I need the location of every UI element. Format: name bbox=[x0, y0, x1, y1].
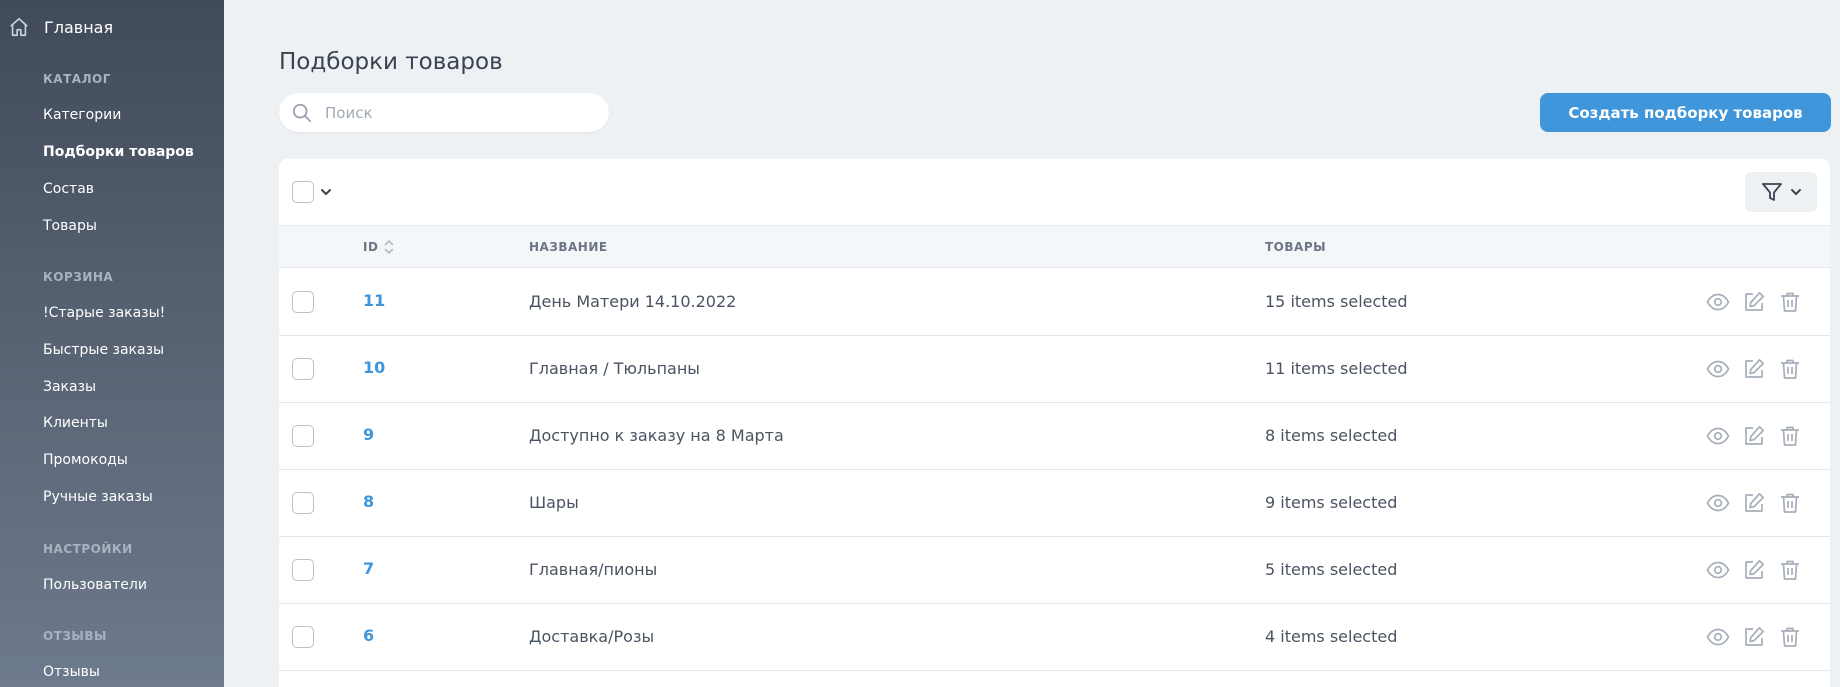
search-input[interactable] bbox=[325, 103, 575, 122]
row-name: Доступно к заказу на 8 Марта bbox=[529, 426, 784, 445]
edit-icon[interactable] bbox=[1742, 290, 1766, 314]
trash-icon[interactable] bbox=[1778, 558, 1802, 582]
edit-icon[interactable] bbox=[1742, 424, 1766, 448]
row-products: 9 items selected bbox=[1265, 493, 1398, 512]
table-toolbar bbox=[279, 159, 1830, 225]
row-checkbox[interactable] bbox=[292, 492, 314, 514]
edit-icon[interactable] bbox=[1742, 491, 1766, 515]
row-id-link[interactable]: 8 bbox=[363, 492, 374, 511]
sidebar-section-settings: НАСТРОЙКИ bbox=[43, 542, 133, 556]
table-row: 6 Доставка/Розы 4 items selected bbox=[279, 604, 1830, 671]
chevron-down-icon bbox=[1791, 189, 1801, 195]
table-row: 9 Доступно к заказу на 8 Марта 8 items sel… bbox=[279, 403, 1830, 470]
sidebar-section-reviews: ОТЗЫВЫ bbox=[43, 629, 107, 643]
table-row: 11 День Матери 14.10.2022 15 items selecte… bbox=[279, 269, 1830, 336]
sidebar-item-categories[interactable]: Категории bbox=[43, 107, 121, 123]
eye-icon[interactable] bbox=[1706, 290, 1730, 314]
row-checkbox[interactable] bbox=[292, 559, 314, 581]
row-products: 11 items selected bbox=[1265, 359, 1408, 378]
sort-icon[interactable] bbox=[384, 238, 394, 256]
edit-icon[interactable] bbox=[1742, 357, 1766, 381]
table-row: 10 Главная / Тюльпаны 11 items selected bbox=[279, 336, 1830, 403]
select-dropdown-chevron-icon[interactable] bbox=[320, 187, 332, 197]
row-id-link[interactable]: 10 bbox=[363, 358, 385, 377]
trash-icon[interactable] bbox=[1778, 491, 1802, 515]
row-products: 4 items selected bbox=[1265, 627, 1398, 646]
column-header-products: ТОВАРЫ bbox=[1265, 240, 1327, 254]
eye-icon[interactable] bbox=[1706, 625, 1730, 649]
row-id-link[interactable]: 9 bbox=[363, 425, 374, 444]
collections-table-card: ID НАЗВАНИЕ ТОВАРЫ 11 День Матери 14.10.2… bbox=[279, 159, 1830, 687]
sidebar: Главная КАТАЛОГ Категории Подборки товар… bbox=[0, 0, 224, 687]
row-checkbox[interactable] bbox=[292, 425, 314, 447]
row-id-link[interactable]: 7 bbox=[363, 559, 374, 578]
column-header-name: НАЗВАНИЕ bbox=[529, 240, 608, 254]
sidebar-item-users[interactable]: Пользователи bbox=[43, 577, 147, 593]
eye-icon[interactable] bbox=[1706, 357, 1730, 381]
eye-icon[interactable] bbox=[1706, 424, 1730, 448]
edit-icon[interactable] bbox=[1742, 625, 1766, 649]
row-name: Главная / Тюльпаны bbox=[529, 359, 700, 378]
sidebar-item-composition[interactable]: Состав bbox=[43, 181, 94, 197]
sidebar-item-reviews[interactable]: Отзывы bbox=[43, 664, 100, 680]
page-title: Подборки товаров bbox=[279, 49, 503, 75]
create-collection-button[interactable]: Создать подборку товаров bbox=[1540, 93, 1831, 132]
trash-icon[interactable] bbox=[1778, 357, 1802, 381]
filter-icon bbox=[1762, 183, 1782, 201]
column-header-id[interactable]: ID bbox=[363, 240, 378, 254]
sidebar-home-label: Главная bbox=[44, 17, 114, 37]
row-products: 15 items selected bbox=[1265, 292, 1408, 311]
row-name: Доставка/Розы bbox=[529, 627, 655, 646]
table-row: 8 Шары 9 items selected bbox=[279, 470, 1830, 537]
row-products: 5 items selected bbox=[1265, 560, 1398, 579]
trash-icon[interactable] bbox=[1778, 625, 1802, 649]
sidebar-section-cart: КОРЗИНА bbox=[43, 270, 114, 284]
sidebar-item-manual-orders[interactable]: Ручные заказы bbox=[43, 489, 153, 505]
row-name: Шары bbox=[529, 493, 579, 512]
sidebar-item-clients[interactable]: Клиенты bbox=[43, 415, 108, 431]
row-id-link[interactable]: 6 bbox=[363, 626, 374, 645]
table-row: 7 Главная/пионы 5 items selected bbox=[279, 537, 1830, 604]
row-checkbox[interactable] bbox=[292, 358, 314, 380]
sidebar-section-catalog: КАТАЛОГ bbox=[43, 72, 111, 86]
trash-icon[interactable] bbox=[1778, 424, 1802, 448]
row-checkbox[interactable] bbox=[292, 291, 314, 313]
eye-icon[interactable] bbox=[1706, 491, 1730, 515]
sidebar-item-quick-orders[interactable]: Быстрые заказы bbox=[43, 342, 164, 358]
row-products: 8 items selected bbox=[1265, 426, 1398, 445]
edit-icon[interactable] bbox=[1742, 558, 1766, 582]
search-icon bbox=[292, 103, 312, 122]
home-icon bbox=[10, 17, 28, 37]
sidebar-home-link[interactable]: Главная bbox=[8, 14, 113, 40]
sidebar-item-orders[interactable]: Заказы bbox=[43, 379, 96, 395]
search-box[interactable] bbox=[279, 93, 609, 132]
sidebar-item-collections[interactable]: Подборки товаров bbox=[43, 144, 194, 160]
row-checkbox[interactable] bbox=[292, 626, 314, 648]
row-name: День Матери 14.10.2022 bbox=[529, 292, 737, 311]
trash-icon[interactable] bbox=[1778, 290, 1802, 314]
filter-button[interactable] bbox=[1745, 172, 1817, 212]
row-name: Главная/пионы bbox=[529, 560, 658, 579]
row-id-link[interactable]: 11 bbox=[363, 291, 385, 310]
sidebar-item-products[interactable]: Товары bbox=[43, 218, 97, 234]
eye-icon[interactable] bbox=[1706, 558, 1730, 582]
sidebar-item-old-orders[interactable]: !Старые заказы! bbox=[43, 305, 165, 321]
table-header: ID НАЗВАНИЕ ТОВАРЫ bbox=[279, 225, 1830, 268]
sidebar-item-promocodes[interactable]: Промокоды bbox=[43, 452, 128, 468]
select-all-checkbox[interactable] bbox=[292, 181, 314, 203]
